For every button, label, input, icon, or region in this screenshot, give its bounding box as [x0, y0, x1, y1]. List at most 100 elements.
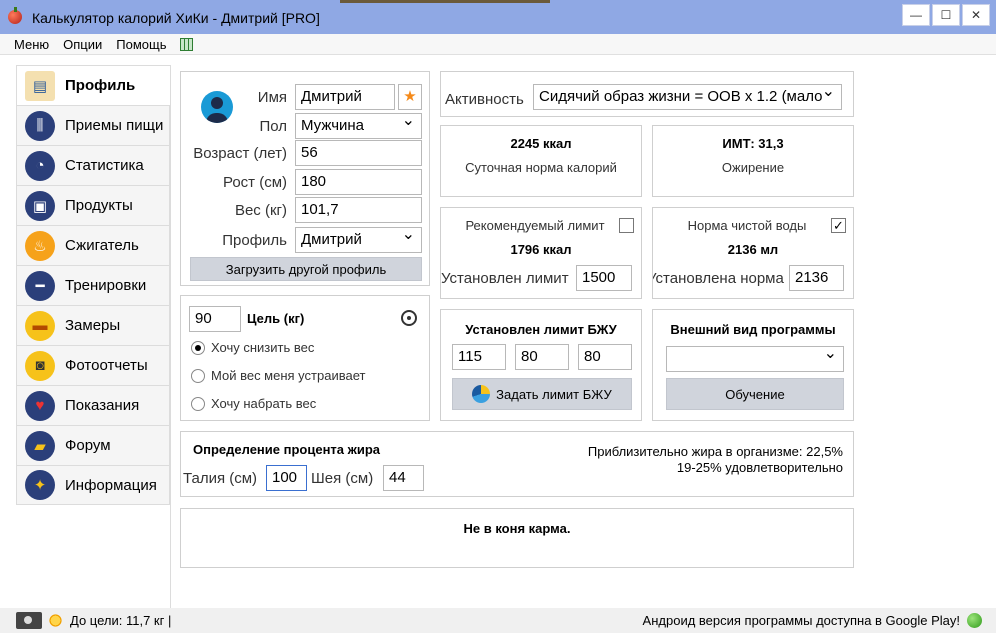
profile-panel: Имя Дмитрий ★ Пол Мужчина Возраст (лет) …	[180, 71, 430, 286]
sidebar-item-workouts[interactable]: ━ Тренировки	[16, 265, 170, 305]
sidebar-item-products[interactable]: ▣ Продукты	[16, 185, 170, 225]
sidebar-item-label: Статистика	[65, 157, 144, 174]
close-button[interactable]: ✕	[962, 4, 990, 26]
body-fat-assessment: 19-25% удовлетворительно	[676, 460, 843, 475]
activity-panel: Активность Сидячий образ жизни = ООВ х 1…	[440, 71, 854, 117]
bmi-value: ИМТ: 31,3	[722, 136, 784, 151]
fat-input[interactable]: 80	[515, 344, 569, 370]
goal-weight-input[interactable]: 90	[189, 306, 241, 332]
weight-label: Вес (кг)	[234, 202, 287, 219]
sidebar-item-measurements[interactable]: ▬ Замеры	[16, 305, 170, 345]
daily-calories-caption: Суточная норма калорий	[465, 160, 617, 175]
sidebar: ▤ Профиль ⫼ Приемы пищи ◔ Статистика ▣ П…	[16, 65, 170, 505]
flame-icon: ♨	[25, 230, 55, 261]
body-fat-result: Приблизительно жира в организме: 22,5%	[587, 444, 843, 459]
water-norm-title: Норма чистой воды	[687, 218, 807, 233]
appearance-select[interactable]	[666, 345, 844, 372]
sidebar-item-indicators[interactable]: ♥ Показания	[16, 385, 170, 425]
camera-icon[interactable]	[16, 612, 42, 629]
status-online-icon	[967, 613, 982, 628]
neck-input[interactable]: 44	[383, 465, 424, 491]
tutorial-button[interactable]: Обучение	[666, 378, 844, 410]
lightbulb-icon: ✦	[25, 470, 55, 500]
appearance-title: Внешний вид программы	[670, 322, 836, 337]
daily-calories-panel: 2245 ккал Суточная норма калорий	[440, 125, 642, 197]
profile-select[interactable]: Дмитрий	[295, 226, 422, 253]
sex-label: Пол	[259, 118, 287, 135]
recommended-limit-checkbox[interactable]	[619, 218, 634, 233]
waist-input[interactable]: 100	[266, 465, 307, 491]
sidebar-item-forum[interactable]: ▰ Форум	[16, 425, 170, 465]
goal-label: Цель (кг)	[247, 311, 305, 326]
set-limit-input[interactable]: 1500	[576, 265, 632, 291]
sidebar-item-profile[interactable]: ▤ Профиль	[16, 65, 170, 105]
sidebar-item-label: Приемы пищи	[65, 117, 164, 134]
bju-title: Установлен лимит БЖУ	[465, 322, 617, 337]
name-input[interactable]: Дмитрий	[295, 84, 395, 110]
activity-select[interactable]: Сидячий образ жизни = ООВ х 1.2 (мало	[533, 84, 842, 110]
radio-keep-weight[interactable]: Мой вес меня устраивает	[191, 368, 365, 383]
body-fat-title: Определение процента жира	[193, 442, 381, 457]
set-norm-input[interactable]: 2136	[789, 265, 844, 291]
age-input[interactable]: 56	[295, 140, 422, 166]
menu-item-help[interactable]: Помощь	[116, 37, 166, 52]
maximize-button[interactable]: ☐	[932, 4, 960, 26]
status-bar: До цели: 11,7 кг | Андроид версия програ…	[0, 608, 996, 633]
waist-label: Талия (см)	[183, 470, 258, 487]
pie-chart-icon	[472, 385, 491, 403]
target-crosshair-icon[interactable]	[401, 310, 417, 326]
age-label: Возраст (лет)	[193, 145, 287, 162]
set-norm-label: Установлена норма	[652, 270, 784, 287]
carbs-input[interactable]: 80	[578, 344, 632, 370]
radio-lose-weight[interactable]: Хочу снизить вес	[191, 340, 314, 355]
android-promo-text[interactable]: Андроид версия программы доступна в Goog…	[643, 613, 960, 628]
sidebar-item-label: Замеры	[65, 317, 121, 334]
set-bju-button[interactable]: Задать лимит БЖУ	[452, 378, 632, 410]
menu-item-menu[interactable]: Меню	[14, 37, 49, 52]
daily-calories-value: 2245 ккал	[510, 136, 572, 151]
calorie-limit-panel: Рекомендуемый лимит 1796 ккал Установлен…	[440, 207, 642, 299]
protein-input[interactable]: 115	[452, 344, 506, 370]
minimize-button[interactable]: —	[902, 4, 930, 26]
weight-input[interactable]: 101,7	[295, 197, 422, 223]
chat-bubbles-icon: ▰	[25, 430, 55, 461]
recommended-limit-title: Рекомендуемый лимит	[465, 218, 605, 233]
sidebar-item-photo-reports[interactable]: ◙ Фотоотчеты	[16, 345, 170, 385]
pie-chart-icon: ◔	[25, 150, 55, 181]
load-profile-button[interactable]: Загрузить другой профиль	[190, 257, 422, 281]
sex-select[interactable]: Мужчина	[295, 112, 422, 139]
radio-label: Хочу набрать вес	[211, 396, 317, 411]
grocery-bag-icon: ▣	[25, 190, 55, 221]
appearance-panel: Внешний вид программы Обучение	[652, 309, 854, 421]
menu-item-options[interactable]: Опции	[63, 37, 102, 52]
profile-card-icon: ▤	[25, 70, 55, 101]
recommended-limit-value: 1796 ккал	[510, 242, 572, 257]
quote-panel: Не в коня карма.	[180, 508, 854, 568]
radio-gain-weight[interactable]: Хочу набрать вес	[191, 396, 316, 411]
water-norm-checkbox[interactable]: ✓	[831, 218, 846, 233]
set-limit-label: Установлен лимит	[441, 270, 569, 287]
sidebar-item-information[interactable]: ✦ Информация	[16, 465, 170, 505]
radio-label: Мой вес меня устраивает	[211, 368, 366, 383]
sidebar-item-statistics[interactable]: ◔ Статистика	[16, 145, 170, 185]
height-input[interactable]: 180	[295, 169, 422, 195]
calculator-icon[interactable]	[180, 37, 194, 51]
sidebar-item-label: Показания	[65, 397, 140, 414]
goal-panel: 90 Цель (кг) Хочу снизить вес Мой вес ме…	[180, 295, 430, 421]
activity-label: Активность	[445, 91, 524, 108]
app-tomato-icon	[8, 7, 22, 24]
sidebar-item-burner[interactable]: ♨ Сжигатель	[16, 225, 170, 265]
camera-icon: ◙	[25, 350, 55, 381]
sidebar-item-label: Продукты	[65, 197, 133, 214]
fork-knife-icon: ⫼	[25, 110, 55, 141]
radio-dot	[191, 368, 205, 383]
favorite-star-button[interactable]: ★	[398, 84, 422, 110]
bmi-panel: ИМТ: 31,3 Ожирение	[652, 125, 854, 197]
sidebar-item-label: Форум	[65, 437, 111, 454]
goal-remaining-text: До цели: 11,7 кг |	[70, 613, 172, 628]
sidebar-item-label: Тренировки	[65, 277, 147, 294]
sidebar-item-meals[interactable]: ⫼ Приемы пищи	[16, 105, 170, 145]
bmi-caption: Ожирение	[721, 160, 785, 175]
menu-bar: Меню Опции Помощь	[0, 34, 996, 54]
background-strip	[340, 0, 550, 3]
